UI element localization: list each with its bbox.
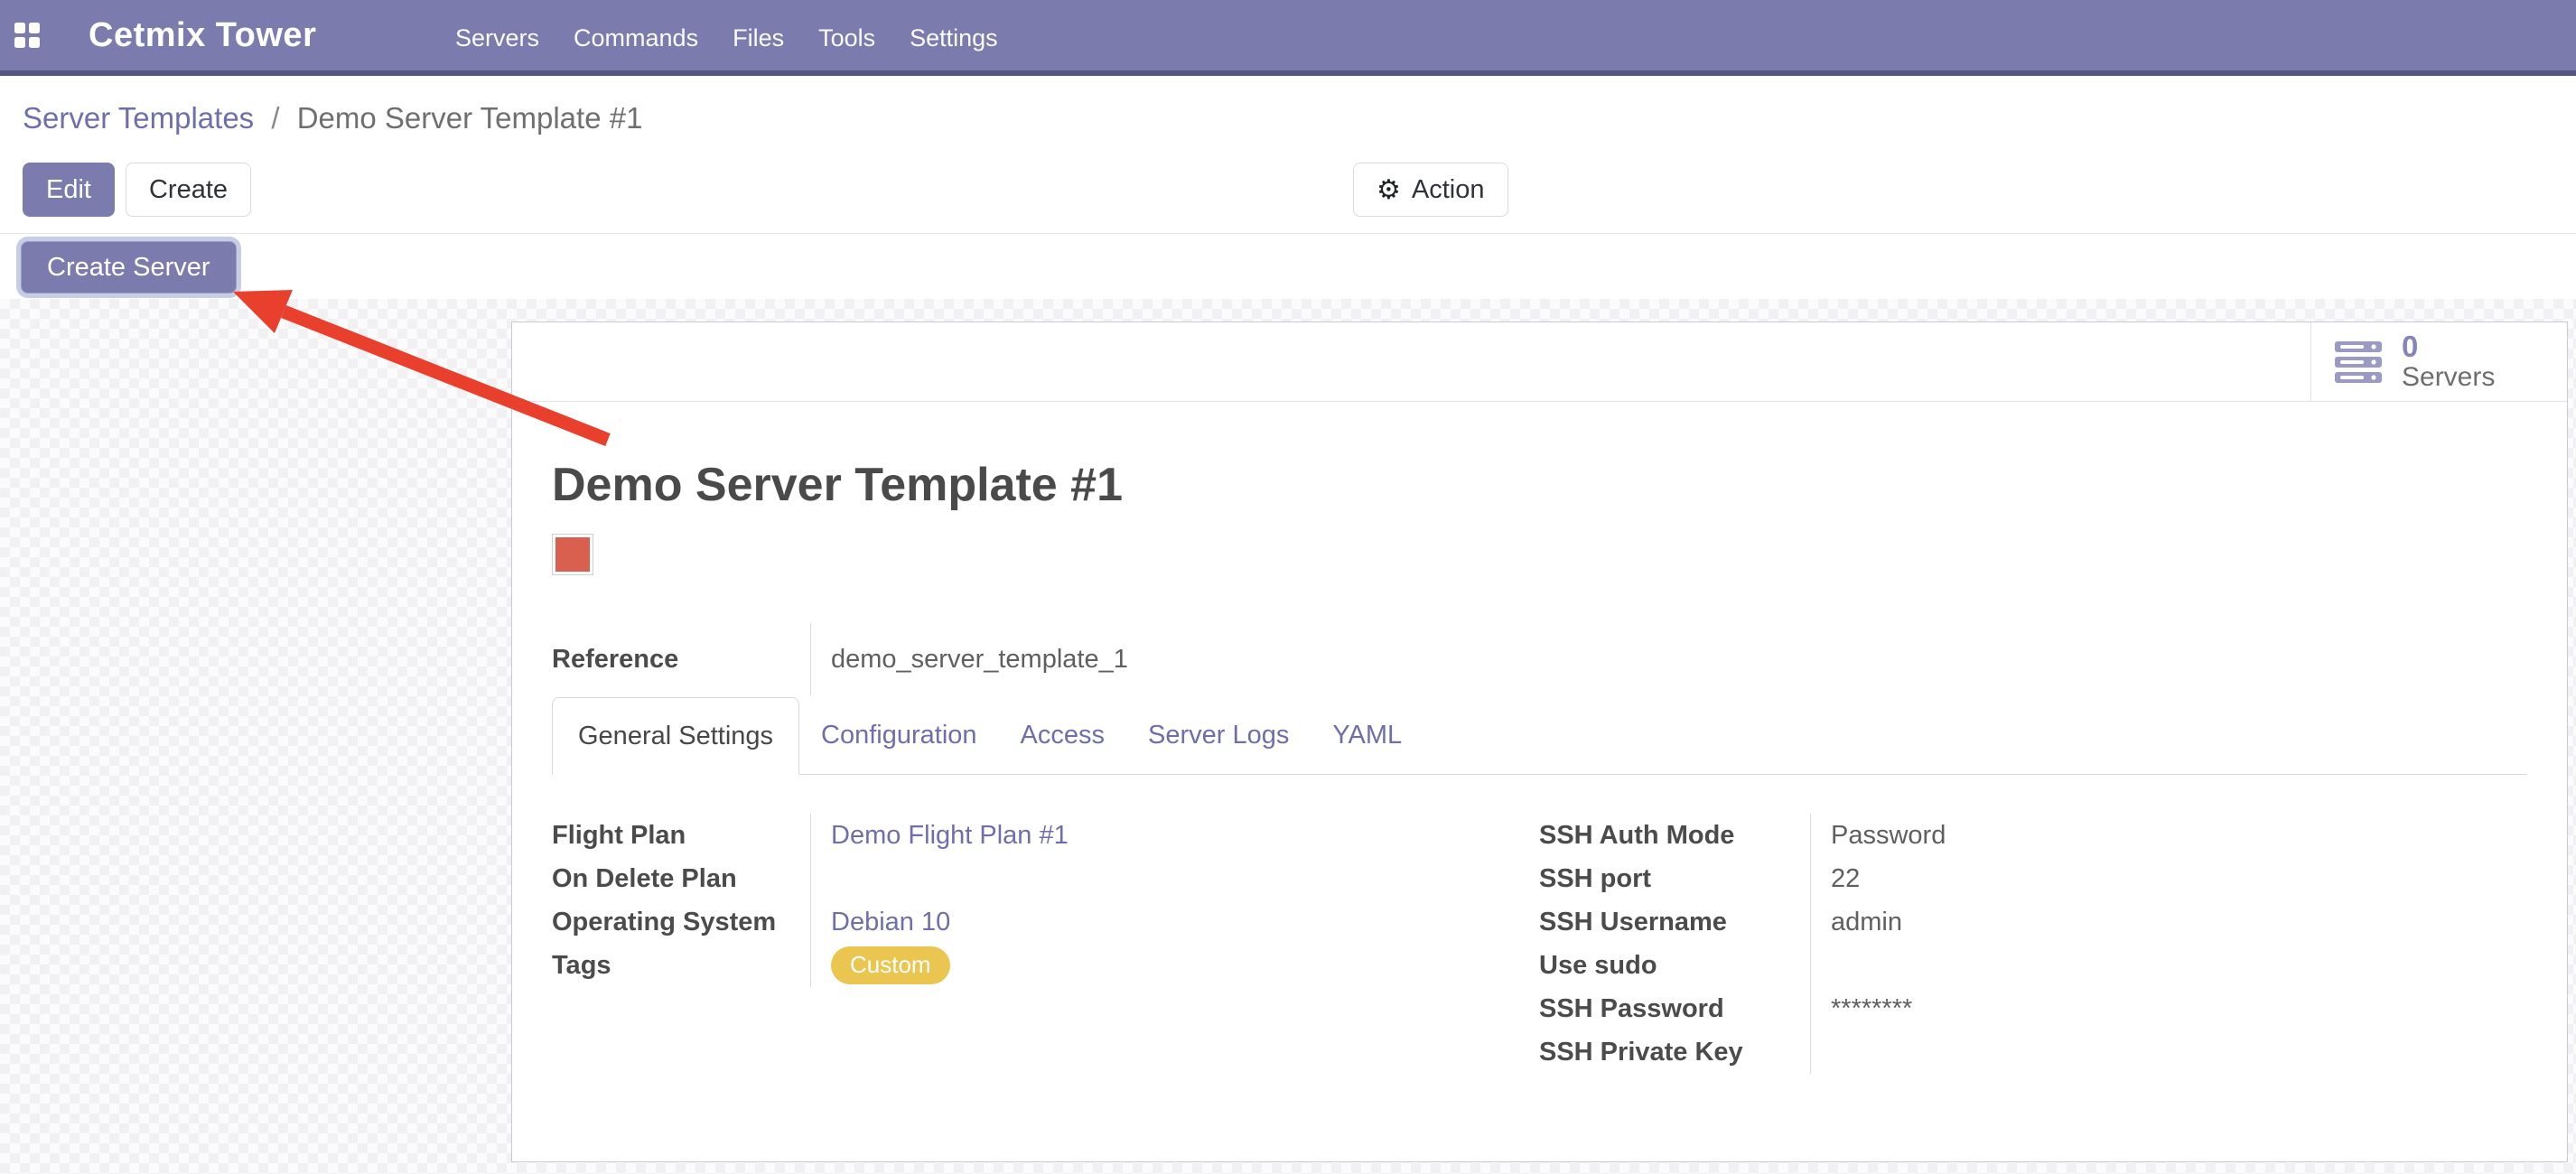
control-panel: Server Templates / Demo Server Template …: [0, 81, 2576, 233]
notebook-tabs: General Settings Configuration Access Se…: [552, 697, 2527, 775]
button-box-row: 0 Servers: [512, 322, 2567, 402]
reference-label: Reference: [552, 645, 810, 675]
tab-access[interactable]: Access: [999, 697, 1126, 774]
field-operating-system: Operating System Debian 10: [552, 900, 1539, 944]
field-ssh-auth-mode: SSH Auth Mode Password: [1539, 814, 2527, 857]
tab-server-logs[interactable]: Server Logs: [1126, 697, 1311, 774]
field-label: Flight Plan: [552, 821, 810, 851]
menu-files[interactable]: Files: [715, 24, 801, 52]
breadcrumb-current: Demo Server Template #1: [297, 101, 643, 135]
breadcrumb-parent-link[interactable]: Server Templates: [23, 101, 254, 135]
page: Cetmix Tower Servers Commands Files Tool…: [0, 0, 2576, 1174]
servers-stat-button[interactable]: 0 Servers: [2310, 322, 2567, 401]
field-label: SSH Password: [1539, 994, 1810, 1024]
field-label: SSH Private Key: [1539, 1038, 1810, 1067]
apps-grid-icon[interactable]: [14, 23, 40, 48]
tab-configuration[interactable]: Configuration: [799, 697, 999, 774]
field-tags: Tags Custom: [552, 944, 1539, 987]
top-navbar: Cetmix Tower Servers Commands Files Tool…: [0, 0, 2576, 76]
server-stack-icon: [2335, 341, 2382, 383]
field-label: Tags: [552, 951, 810, 981]
fields-group-right: SSH Auth Mode Password SSH port 22 SSH U…: [1539, 814, 2527, 1074]
field-use-sudo: Use sudo: [1539, 944, 2527, 987]
create-server-button[interactable]: Create Server: [21, 241, 237, 294]
field-value: 22: [1831, 864, 1860, 894]
operating-system-link[interactable]: Debian 10: [831, 908, 950, 937]
template-color-swatch-fill: [555, 537, 590, 572]
reference-value: demo_server_template_1: [831, 645, 1128, 675]
field-label: SSH Username: [1539, 908, 1810, 937]
field-label: SSH port: [1539, 864, 1810, 894]
record-card: 0 Servers Demo Server Template #1 Refere…: [511, 321, 2568, 1162]
record-title: Demo Server Template #1: [552, 456, 2527, 514]
field-ssh-password: SSH Password ********: [1539, 987, 2527, 1030]
breadcrumb-separator: /: [271, 101, 279, 135]
field-value: ********: [1831, 994, 1912, 1024]
field-label: Operating System: [552, 908, 810, 937]
action-button-label: Action: [1412, 175, 1485, 205]
form-background: 0 Servers Demo Server Template #1 Refere…: [0, 299, 2576, 1174]
template-color-swatch: [552, 534, 593, 575]
status-bar: Create Server: [0, 233, 2576, 300]
field-on-delete-plan: On Delete Plan: [552, 857, 1539, 900]
field-ssh-private-key: SSH Private Key: [1539, 1030, 2527, 1074]
app-brand[interactable]: Cetmix Tower: [89, 16, 316, 55]
field-label: SSH Auth Mode: [1539, 821, 1810, 851]
tab-general-settings[interactable]: General Settings: [552, 697, 799, 775]
menu-tools[interactable]: Tools: [801, 24, 892, 52]
breadcrumb: Server Templates / Demo Server Template …: [23, 101, 642, 135]
menu-settings[interactable]: Settings: [892, 24, 1015, 52]
reference-field-row: Reference demo_server_template_1: [552, 623, 2527, 695]
navbar-menu: Servers Commands Files Tools Settings: [438, 0, 1015, 76]
field-flight-plan: Flight Plan Demo Flight Plan #1: [552, 814, 1539, 857]
field-label: On Delete Plan: [552, 864, 810, 894]
servers-count: 0: [2402, 331, 2495, 363]
servers-label: Servers: [2402, 363, 2495, 392]
field-ssh-port: SSH port 22: [1539, 857, 2527, 900]
edit-button[interactable]: Edit: [23, 163, 115, 217]
action-button[interactable]: ⚙ Action: [1353, 163, 1508, 217]
tab-yaml[interactable]: YAML: [1311, 697, 1423, 774]
gear-icon: ⚙: [1377, 174, 1401, 206]
fields-group-left: Flight Plan Demo Flight Plan #1 On Delet…: [552, 814, 1539, 1074]
field-label: Use sudo: [1539, 951, 1810, 981]
create-button[interactable]: Create: [126, 163, 251, 217]
field-ssh-username: SSH Username admin: [1539, 900, 2527, 944]
field-value: Password: [1831, 821, 1946, 851]
form-sheet: Demo Server Template #1 Reference demo_s…: [512, 456, 2567, 1074]
field-value: admin: [1831, 908, 1902, 937]
menu-commands[interactable]: Commands: [556, 24, 715, 52]
general-settings-fields: Flight Plan Demo Flight Plan #1 On Delet…: [552, 814, 2527, 1074]
flight-plan-link[interactable]: Demo Flight Plan #1: [831, 821, 1069, 851]
form-buttons: Edit Create: [23, 163, 251, 217]
tag-badge: Custom: [831, 946, 950, 983]
menu-servers[interactable]: Servers: [438, 24, 556, 52]
servers-stat-texts: 0 Servers: [2402, 331, 2495, 391]
